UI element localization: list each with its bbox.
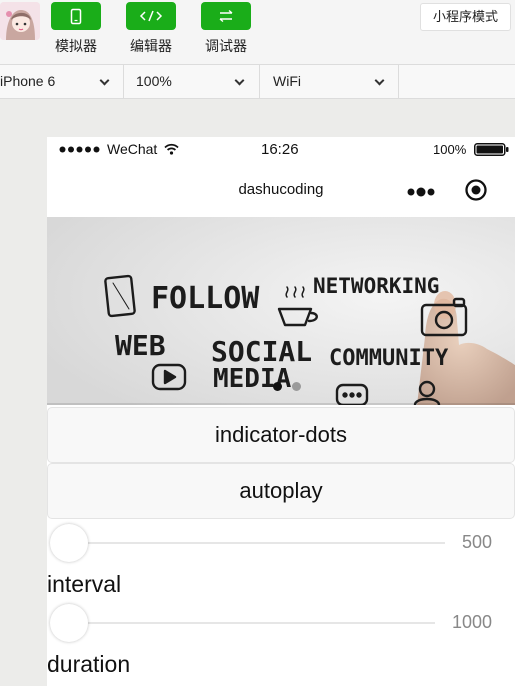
- zoom-select-value: 100%: [136, 73, 172, 89]
- signal-dots-icon: [59, 146, 100, 153]
- interval-label: interval: [47, 571, 122, 597]
- close-capsule-icon[interactable]: [464, 178, 488, 202]
- swap-arrows-icon: [219, 9, 233, 23]
- editor-tool[interactable]: 编辑器: [121, 2, 181, 56]
- simulator-label: 模拟器: [55, 38, 97, 54]
- status-bar: WeChat 16:26 100%: [47, 137, 515, 161]
- slider-thumb[interactable]: [50, 524, 88, 562]
- indicator-dots-button[interactable]: indicator-dots: [47, 407, 515, 463]
- debugger-label: 调试器: [205, 38, 247, 54]
- page-title: dashucoding: [238, 181, 324, 198]
- mini-program-mode-button[interactable]: 小程序模式: [420, 3, 511, 31]
- swiper-indicator-dots: [257, 381, 317, 393]
- status-time: 16:26: [261, 141, 299, 158]
- battery-icon: [474, 143, 509, 156]
- slider-track[interactable]: [55, 622, 435, 624]
- user-avatar[interactable]: [0, 2, 40, 40]
- navigation-bar: dashucoding: [47, 161, 515, 217]
- duration-value: 1000: [452, 612, 493, 632]
- autoplay-button[interactable]: autoplay: [47, 463, 515, 519]
- simulator-button[interactable]: [51, 2, 101, 30]
- battery-percent: 100%: [433, 142, 467, 157]
- banner-word: COMMUNITY: [329, 346, 449, 371]
- indicator-dot[interactable]: [273, 382, 282, 391]
- editor-label: 编辑器: [130, 38, 172, 54]
- indicator-dot[interactable]: [292, 382, 301, 391]
- banner-word: WEB: [115, 329, 166, 362]
- avatar-illustration: [0, 2, 40, 40]
- social-media-banner-image: FOLLOW NETWORKING WEB SOCIAL MEDIA COMMU…: [47, 217, 515, 405]
- top-toolbar: 模拟器 编辑器 调试器 小程序模式: [0, 0, 515, 64]
- more-menu-icon[interactable]: [407, 187, 437, 197]
- banner-word: NETWORKING: [313, 274, 439, 298]
- interval-value: 500: [462, 532, 493, 552]
- chevron-down-icon: [374, 75, 385, 86]
- network-select[interactable]: WiFi: [260, 65, 399, 98]
- device-select-value: iPhone 6: [0, 73, 56, 89]
- simulator-tool[interactable]: 模拟器: [46, 2, 106, 56]
- network-select-value: WiFi: [273, 73, 301, 89]
- code-icon: [139, 10, 163, 22]
- chevron-down-icon: [234, 75, 245, 86]
- wifi-icon: [164, 143, 179, 155]
- debugger-tool[interactable]: 调试器: [196, 2, 256, 56]
- zoom-select[interactable]: 100%: [124, 65, 260, 98]
- swiper-banner[interactable]: FOLLOW NETWORKING WEB SOCIAL MEDIA COMMU…: [47, 217, 515, 405]
- phone-icon: [70, 8, 82, 25]
- duration-label: duration: [47, 651, 131, 677]
- slider-thumb[interactable]: [50, 604, 88, 642]
- slider-track[interactable]: [55, 542, 445, 544]
- carrier-name: WeChat: [107, 141, 158, 157]
- chevron-down-icon: [99, 75, 110, 86]
- debugger-button[interactable]: [201, 2, 251, 30]
- device-settings-bar: iPhone 6 100% WiFi: [0, 64, 515, 99]
- editor-button[interactable]: [126, 2, 176, 30]
- banner-word: FOLLOW: [151, 281, 260, 316]
- duration-slider[interactable]: 1000: [47, 603, 515, 643]
- device-select[interactable]: iPhone 6: [0, 65, 124, 98]
- interval-slider[interactable]: 500: [47, 523, 515, 563]
- phone-simulator: WeChat 16:26 100% dashucoding FOLLOW NET…: [47, 137, 515, 686]
